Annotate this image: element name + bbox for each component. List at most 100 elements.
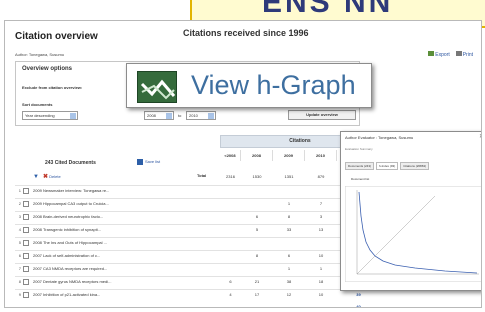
- tab-h-index[interactable]: h-Index (93): [376, 162, 399, 170]
- year-column-header[interactable]: <2008: [220, 150, 241, 161]
- row-checkbox[interactable]: [23, 253, 29, 259]
- document-title-link[interactable]: 2007 Dentate gyrus NMDA receptors medi..…: [33, 279, 198, 284]
- row-number: 7: [18, 266, 21, 271]
- document-list-select[interactable]: Document list: [351, 177, 369, 181]
- row-checkbox[interactable]: [23, 214, 29, 220]
- citation-count-cell: 33: [286, 227, 292, 232]
- citation-count-cell: 1: [319, 266, 323, 271]
- export-icon: [428, 51, 435, 56]
- citation-count-cell: 6: [255, 214, 259, 219]
- close-icon[interactable]: ✕: [479, 133, 481, 140]
- citation-count-cell: 7: [319, 201, 323, 206]
- sort-select[interactable]: Year descending: [22, 111, 78, 120]
- tab-documents[interactable]: Documents (243): [345, 162, 375, 170]
- overview-heading: Overview options: [22, 66, 73, 72]
- row-checkbox[interactable]: [23, 240, 29, 246]
- row-checkbox[interactable]: [23, 188, 29, 194]
- table-row: 7 2007 CA3 NMDA receptors are required...…: [15, 263, 395, 274]
- row-number: 9: [18, 292, 21, 297]
- year-total: 2316: [226, 174, 235, 179]
- row-number: 2: [18, 201, 21, 206]
- citation-count-cell: 3: [319, 214, 323, 219]
- evaluator-subtitle: Evaluation Summary: [345, 147, 373, 151]
- author-evaluator-window: Author Evaluator : Tonegawa, Susumu ✕ Ev…: [340, 131, 481, 291]
- year-total: 879: [317, 174, 325, 179]
- citation-count-cell: 6: [229, 279, 232, 284]
- citation-count-cell: 5: [255, 227, 259, 232]
- evaluator-title: Author Evaluator : Tonegawa, Susumu: [345, 135, 414, 140]
- document-title-link[interactable]: 2008 Brain-derived neurotrophic facto...: [33, 214, 198, 219]
- update-overview-button[interactable]: Update overview: [288, 110, 356, 120]
- year-column-header[interactable]: 2008: [241, 150, 273, 161]
- citation-count-cell: 10: [318, 292, 324, 297]
- tab-citations[interactable]: Citations (26863): [400, 162, 430, 170]
- print-icon: [455, 51, 462, 56]
- citation-count-cell: 18: [318, 279, 324, 284]
- chevron-down-icon: [166, 113, 172, 119]
- view-hgraph-button[interactable]: View h-Graph: [126, 63, 372, 108]
- citation-count-cell: 1: [287, 201, 291, 206]
- table-row: 8 2007 Dentate gyrus NMDA receptors medi.…: [15, 276, 395, 287]
- print-link[interactable]: Print: [455, 51, 473, 58]
- citation-count-cell: 8: [255, 253, 259, 258]
- save-icon: [137, 159, 143, 165]
- table-row: 6 2007 Lack of self-administration of c..…: [15, 250, 395, 261]
- evaluator-tabs: Documents (243) h-Index (93) Citations (…: [345, 162, 430, 170]
- subtotal-cell[interactable]: 39: [337, 292, 380, 297]
- export-link[interactable]: Export: [428, 51, 450, 58]
- h-graph-chart: [345, 186, 481, 282]
- subtotal-cell[interactable]: 40: [337, 304, 380, 307]
- year-column-header[interactable]: 2010: [305, 150, 337, 161]
- document-title-link[interactable]: 2009 Hippocampal CA3 output to Cruicia..…: [33, 201, 198, 206]
- year-total: 1351: [284, 174, 294, 179]
- exclude-label: Exclude from citation overview:: [22, 85, 83, 90]
- year-column-header[interactable]: 2009: [273, 150, 305, 161]
- hgraph-label: View h-Graph: [191, 70, 356, 100]
- table-row: 1 2009 Newsmaker interview: Tonegawa re..…: [15, 185, 395, 196]
- row-checkbox[interactable]: [23, 227, 29, 233]
- page-subtitle: Citations received since 1996: [183, 28, 309, 38]
- citation-count-cell: 10: [318, 253, 324, 258]
- filter-icon: ▼: [33, 174, 39, 180]
- row-number: 5: [18, 240, 21, 245]
- document-title-link[interactable]: 2007 Inhibition of p21-activated kina...: [33, 292, 198, 297]
- table-row: 4 2008 Transgenic inhibition of synapti..…: [15, 224, 395, 235]
- table-row: 9 2007 Inhibition of p21-activated kina..…: [15, 289, 395, 300]
- document-title-link[interactable]: 2007 CA3 NMDA receptors are required...: [33, 266, 198, 271]
- row-number: 1: [18, 188, 21, 193]
- row-checkbox[interactable]: [23, 292, 29, 298]
- chevron-down-icon: [70, 113, 76, 119]
- citation-overview-page: Citation overview Citations received sin…: [4, 20, 482, 308]
- export-links: Export Print: [428, 51, 473, 58]
- sort-label: Sort documents: [22, 102, 53, 107]
- year-from-select[interactable]: 2008: [144, 111, 174, 120]
- citations-table: Citations 243 Cited Documents Save list …: [15, 135, 395, 307]
- document-title-link[interactable]: 2007 Lack of self-administration of c...: [33, 253, 198, 258]
- chevron-down-icon: [208, 113, 214, 119]
- row-number: 8: [18, 279, 21, 284]
- citation-count-cell: 21: [254, 279, 260, 284]
- row-checkbox[interactable]: [23, 279, 29, 285]
- citation-count-cell: 38: [286, 279, 292, 284]
- citation-count-cell: 1: [287, 266, 291, 271]
- document-title-link[interactable]: 2009 Newsmaker interview: Tonegawa re...: [33, 188, 198, 193]
- row-checkbox[interactable]: [23, 266, 29, 272]
- citation-count-cell: 12: [286, 292, 292, 297]
- table-row: 2 2009 Hippocampal CA3 output to Cruicia.…: [15, 198, 395, 209]
- save-list-link[interactable]: Save list: [137, 159, 160, 165]
- table-row: 5 2008 The Ins and Outs of Hippocampal ..…: [15, 237, 395, 248]
- year-to-label: to: [178, 113, 182, 118]
- delete-link[interactable]: ▼ ✖ Delete: [33, 173, 61, 180]
- page-title: Citation overview: [15, 31, 98, 42]
- row-checkbox[interactable]: [23, 201, 29, 207]
- table-row: 3 2008 Brain-derived neurotrophic facto..…: [15, 211, 395, 222]
- document-title-link[interactable]: 2008 Transgenic inhibition of synapti...: [33, 227, 198, 232]
- year-to-select[interactable]: 2010: [186, 111, 216, 120]
- document-title-link[interactable]: 2008 The Ins and Outs of Hippocampal ...: [33, 240, 198, 245]
- row-number: 6: [18, 253, 21, 258]
- row-number: 4: [18, 227, 21, 232]
- cited-documents-heading: 243 Cited Documents: [45, 160, 96, 166]
- hgraph-icon: [137, 71, 177, 103]
- citation-count-cell: 4: [229, 292, 232, 297]
- citation-count-cell: 13: [318, 227, 324, 232]
